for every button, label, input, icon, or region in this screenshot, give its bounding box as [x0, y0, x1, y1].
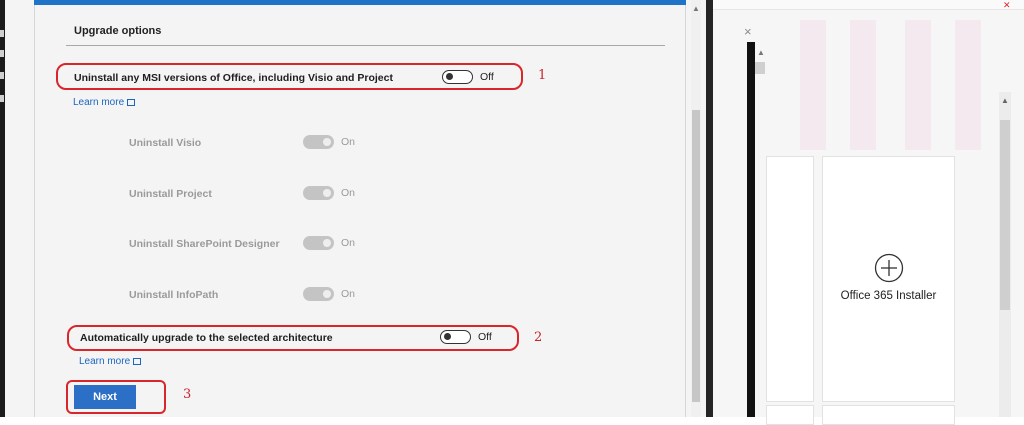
window-close-icon[interactable]: ✕	[1003, 0, 1011, 11]
uninstall-project-state: On	[341, 187, 356, 199]
uninstall-sharepoint-designer-state: On	[341, 237, 356, 249]
auto-upgrade-label: Automatically upgrade to the selected ar…	[80, 332, 333, 344]
uninstall-msi-label: Uninstall any MSI versions of Office, in…	[74, 72, 393, 84]
toggle-knob	[446, 73, 453, 80]
app-tile[interactable]	[822, 405, 955, 425]
next-button[interactable]: Next	[74, 385, 136, 409]
callout-number-3: 3	[183, 387, 192, 402]
edge-glyph	[0, 30, 4, 37]
uninstall-visio-state: On	[341, 136, 356, 148]
tile-label: Office 365 Installer	[840, 290, 937, 302]
uninstall-msi-toggle[interactable]	[442, 70, 473, 84]
external-link-icon	[127, 99, 136, 106]
toggle-knob	[323, 290, 331, 298]
scroll-up-arrow-icon[interactable]: ▲	[692, 4, 700, 13]
inner-scrollbar-thumb[interactable]	[755, 62, 765, 74]
external-link-icon	[133, 358, 142, 365]
uninstall-infopath-label: Uninstall InfoPath	[129, 289, 219, 301]
uninstall-sharepoint-designer-label: Uninstall SharePoint Designer	[129, 238, 280, 250]
learn-more-text: Learn more	[79, 356, 131, 367]
auto-upgrade-state: Off	[478, 331, 492, 343]
callout-number-2: 2	[534, 330, 543, 345]
app-tile[interactable]	[766, 405, 814, 425]
app-tile[interactable]	[766, 156, 814, 402]
toggle-knob	[323, 189, 331, 197]
window-gap	[706, 0, 713, 417]
background-pattern	[955, 20, 981, 150]
edge-glyph	[0, 72, 4, 79]
uninstall-sharepoint-designer-toggle[interactable]	[303, 236, 334, 250]
uninstall-visio-label: Uninstall Visio	[129, 137, 202, 149]
uninstall-visio-toggle[interactable]	[303, 135, 334, 149]
right-scrollbar-thumb[interactable]	[1000, 120, 1010, 310]
caret-up-icon[interactable]: ▲	[757, 48, 765, 57]
divider-column	[747, 42, 755, 417]
uninstall-project-toggle[interactable]	[303, 186, 334, 200]
edge-glyph	[0, 50, 4, 57]
learn-more-link-2[interactable]: Learn more	[79, 356, 142, 367]
uninstall-infopath-toggle[interactable]	[303, 287, 334, 301]
toggle-knob	[444, 333, 451, 340]
section-title: Upgrade options	[74, 25, 162, 37]
edge-glyph	[0, 95, 4, 102]
background-pattern	[850, 20, 876, 150]
close-icon[interactable]: ×	[744, 24, 752, 39]
background-pattern	[905, 20, 931, 150]
section-divider	[66, 45, 665, 46]
toggle-knob	[323, 138, 331, 146]
background-pattern	[800, 20, 826, 150]
learn-more-text: Learn more	[73, 97, 125, 108]
uninstall-project-label: Uninstall Project	[129, 188, 212, 200]
plus-circle-icon	[874, 253, 904, 283]
uninstall-msi-state: Off	[480, 71, 494, 83]
toggle-knob	[323, 239, 331, 247]
uninstall-infopath-state: On	[341, 288, 356, 300]
scroll-up-arrow-icon[interactable]: ▲	[1001, 96, 1009, 106]
learn-more-link-1[interactable]: Learn more	[73, 97, 136, 108]
callout-number-1: 1	[538, 68, 547, 83]
auto-upgrade-toggle[interactable]	[440, 330, 471, 344]
dialog-scrollbar-thumb[interactable]	[692, 110, 700, 402]
background-window-titlebar	[713, 0, 1024, 10]
